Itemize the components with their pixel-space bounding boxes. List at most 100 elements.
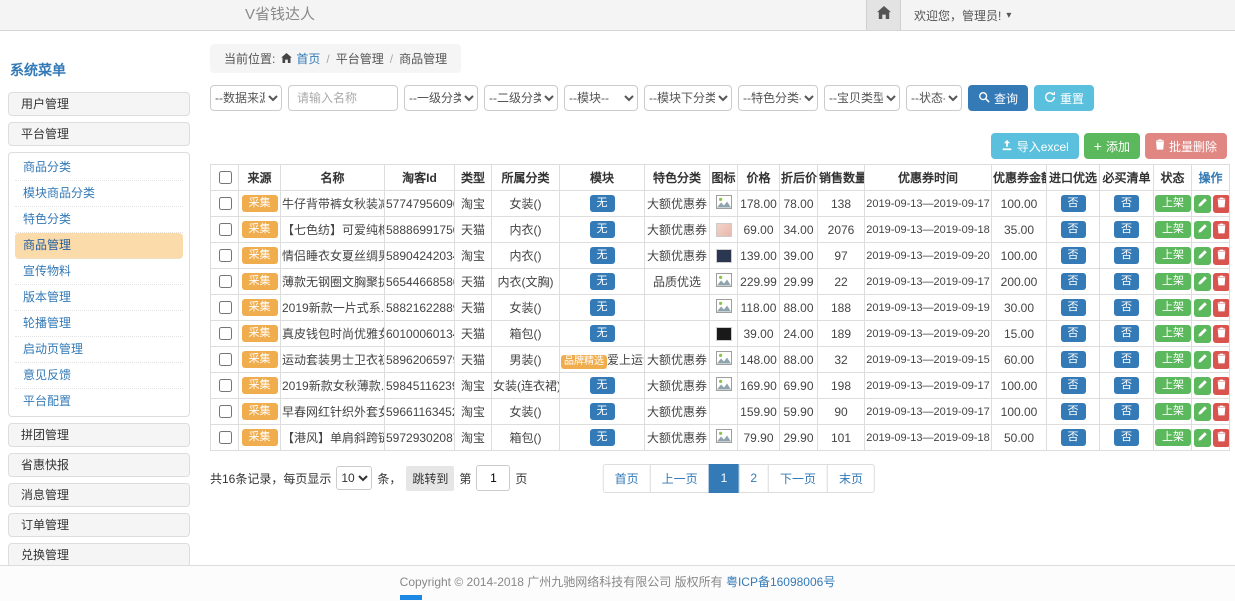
delete-button[interactable] xyxy=(1213,299,1230,317)
import-excel-button[interactable]: 导入excel xyxy=(991,133,1079,159)
edit-button[interactable] xyxy=(1194,273,1211,291)
filter-select[interactable]: --模块下分类-- xyxy=(644,85,732,111)
breadcrumb-item-platform[interactable]: 平台管理 xyxy=(336,50,384,67)
user-menu[interactable]: 欢迎您，管理员! ▾ xyxy=(914,7,1011,24)
edit-button[interactable] xyxy=(1194,195,1211,213)
reset-button[interactable]: 重置 xyxy=(1034,85,1094,111)
source-badge: 采集 xyxy=(242,403,278,420)
delete-button[interactable] xyxy=(1213,351,1230,369)
add-button[interactable]: + 添加 xyxy=(1084,133,1140,159)
topbar: V省钱达人 欢迎您，管理员! ▾ xyxy=(0,0,1235,31)
page-button-2[interactable]: 2 xyxy=(738,464,769,493)
edit-button[interactable] xyxy=(1194,299,1211,317)
row-checkbox[interactable] xyxy=(219,301,232,314)
sidebar-subitem[interactable]: 版本管理 xyxy=(15,285,183,311)
row-checkbox[interactable] xyxy=(219,405,232,418)
delete-button[interactable] xyxy=(1213,247,1230,265)
sales-cell: 90 xyxy=(818,399,865,425)
feature-cell: 品质优选 xyxy=(645,269,710,295)
filter-select[interactable]: --模块-- xyxy=(564,85,638,111)
filter-select[interactable]: --二级分类-- xyxy=(484,85,558,111)
sidebar-group-item[interactable]: 拼团管理 xyxy=(8,423,190,447)
name-search-input[interactable] xyxy=(288,85,398,111)
breadcrumb-home-link[interactable]: 首页 xyxy=(281,50,320,67)
filter-select[interactable]: --一级分类-- xyxy=(404,85,478,111)
select-all-checkbox[interactable] xyxy=(219,171,232,184)
row-checkbox[interactable] xyxy=(219,431,232,444)
page-button-1[interactable]: 1 xyxy=(709,464,740,493)
delete-button[interactable] xyxy=(1213,325,1230,343)
edit-button[interactable] xyxy=(1194,377,1211,395)
edit-button[interactable] xyxy=(1194,429,1211,447)
sidebar-subitem[interactable]: 启动页管理 xyxy=(15,337,183,363)
row-checkbox[interactable] xyxy=(219,353,232,366)
jump-button[interactable]: 跳转到 xyxy=(406,466,454,491)
row-checkbox[interactable] xyxy=(219,197,232,210)
import-select-badge: 否 xyxy=(1061,273,1086,290)
delete-button[interactable] xyxy=(1213,429,1230,447)
delete-button[interactable] xyxy=(1213,195,1230,213)
sidebar-subitem[interactable]: 商品分类 xyxy=(15,155,183,181)
delete-button[interactable] xyxy=(1213,377,1230,395)
discount-price-cell: 34.00 xyxy=(780,217,818,243)
ops-cell xyxy=(1192,373,1230,399)
sidebar-subitem[interactable]: 轮播管理 xyxy=(15,311,183,337)
edit-icon xyxy=(1197,352,1208,367)
icon-cell xyxy=(710,217,738,243)
column-header-15: 状态 xyxy=(1154,165,1192,191)
sidebar-subitem[interactable]: 意见反馈 xyxy=(15,363,183,389)
icp-link[interactable]: 粤ICP备16098006号 xyxy=(726,575,835,589)
sidebar-group-item[interactable]: 订单管理 xyxy=(8,513,190,537)
breadcrumb-item-goods: 商品管理 xyxy=(399,50,447,67)
sidebar-subitem[interactable]: 特色分类 xyxy=(15,207,183,233)
sidebar-subitem[interactable]: 模块商品分类 xyxy=(15,181,183,207)
sidebar-group-item[interactable]: 消息管理 xyxy=(8,483,190,507)
taoke-id-cell: 596611634525 xyxy=(385,399,455,425)
sidebar-group-item[interactable]: 用户管理 xyxy=(8,92,190,116)
page-button-末页[interactable]: 末页 xyxy=(827,464,875,493)
filter-select[interactable]: --状态-- xyxy=(906,85,962,111)
page-number-input[interactable] xyxy=(476,465,510,491)
filter-select[interactable]: --宝贝类型-- xyxy=(824,85,900,111)
sidebar-group-item[interactable]: 平台管理 xyxy=(8,122,190,146)
page-button-下一页[interactable]: 下一页 xyxy=(768,464,828,493)
pager-buttons: 首页上一页12下一页末页 xyxy=(603,464,875,493)
home-button[interactable] xyxy=(866,0,901,30)
module-none-badge: 无 xyxy=(590,247,615,264)
edit-button[interactable] xyxy=(1194,247,1211,265)
row-checkbox[interactable] xyxy=(219,223,232,236)
row-checkbox[interactable] xyxy=(219,327,232,340)
source-cell: 采集 xyxy=(239,399,281,425)
sidebar-group-item[interactable]: 兑换管理 xyxy=(8,543,190,567)
sidebar-subitem[interactable]: 平台配置 xyxy=(15,389,183,414)
module-cell: 无 xyxy=(560,399,645,425)
per-page-select[interactable]: 10 xyxy=(336,466,372,490)
row-checkbox[interactable] xyxy=(219,275,232,288)
refresh-icon xyxy=(1044,91,1056,106)
delete-button[interactable] xyxy=(1213,221,1230,239)
row-checkbox[interactable] xyxy=(219,249,232,262)
edit-button[interactable] xyxy=(1194,403,1211,421)
sidebar-subitem[interactable]: 商品管理 xyxy=(15,233,183,259)
sidebar-group-item[interactable]: 省惠快报 xyxy=(8,453,190,477)
edit-button[interactable] xyxy=(1194,351,1211,369)
page-button-上一页[interactable]: 上一页 xyxy=(650,464,710,493)
delete-button[interactable] xyxy=(1213,273,1230,291)
sidebar-subitem[interactable]: 宣传物料 xyxy=(15,259,183,285)
table-row: 采集真皮钱包时尚优雅女士...601000601341天猫箱包()无39.002… xyxy=(211,321,1230,347)
row-checkbox[interactable] xyxy=(219,379,232,392)
price-cell: 229.99 xyxy=(738,269,780,295)
page-button-首页[interactable]: 首页 xyxy=(603,464,651,493)
delete-button[interactable] xyxy=(1213,403,1230,421)
filter-select[interactable]: --数据来源-- xyxy=(210,85,282,111)
price-cell: 79.90 xyxy=(738,425,780,451)
price-cell: 39.00 xyxy=(738,321,780,347)
icon-cell xyxy=(710,399,738,425)
edit-button[interactable] xyxy=(1194,221,1211,239)
icon-cell xyxy=(710,373,738,399)
query-button[interactable]: 查询 xyxy=(968,85,1028,111)
bulk-delete-button[interactable]: 批量删除 xyxy=(1145,133,1227,159)
edit-button[interactable] xyxy=(1194,325,1211,343)
module-none-badge: 无 xyxy=(590,429,615,446)
filter-select[interactable]: --特色分类-- xyxy=(738,85,818,111)
